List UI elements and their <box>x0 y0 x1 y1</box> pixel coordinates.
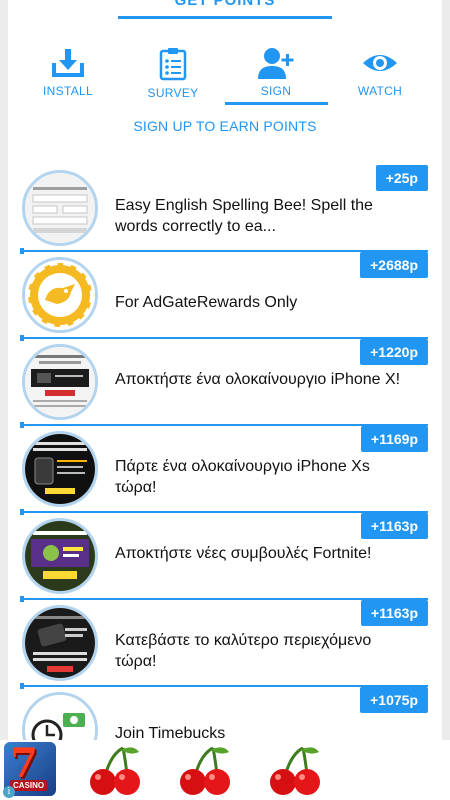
offer-title: Easy English Spelling Bee! Spell the wor… <box>115 197 373 235</box>
offer-item[interactable]: Αποκτήστε νέες συμβουλές Fortnite! +1163… <box>20 513 428 602</box>
points-badge: +1163p <box>360 513 428 539</box>
cherry-icon <box>90 746 140 795</box>
points-badge: +1163p <box>360 600 428 626</box>
category-tabs: INSTALL SURVEY SIGN WATCH <box>8 45 442 110</box>
cherry-icon <box>180 746 230 795</box>
info-icon[interactable]: i <box>3 786 15 798</box>
offer-thumbnail <box>22 605 98 681</box>
offer-item[interactable]: For AdGateRewards Only +2688p <box>20 252 428 341</box>
tab-watch-label: WATCH <box>357 84 403 98</box>
tab-survey[interactable]: SURVEY <box>123 45 223 107</box>
offer-title: Αποκτήστε νέες συμβουλές Fortnite! <box>115 545 372 562</box>
offer-thumbnail <box>22 431 98 507</box>
points-badge: +1169p <box>360 426 428 452</box>
offer-title: For AdGateRewards Only <box>115 294 298 311</box>
active-tab-indicator <box>225 102 328 105</box>
points-badge: +1220p <box>360 339 428 365</box>
offer-thumbnail <box>22 692 98 740</box>
get-points-underline <box>118 16 332 19</box>
offer-item[interactable]: Αποκτήστε ένα ολοκαίνουργιο iPhone X! +1… <box>20 339 428 428</box>
offer-thumbnail <box>22 344 98 420</box>
clipboard-icon <box>159 48 187 81</box>
eye-icon <box>363 55 397 71</box>
section-subtitle: SIGN UP TO EARN POINTS <box>133 118 317 134</box>
offer-thumbnail <box>22 257 98 333</box>
offer-item[interactable]: Πάρτε ένα ολοκαίνουργιο iPhone Xs τώρα! … <box>20 426 428 515</box>
offer-title: Join Timebucks <box>115 725 226 740</box>
download-icon <box>52 49 84 77</box>
tab-install-label: INSTALL <box>43 84 93 98</box>
offer-title: Αποκτήστε ένα ολοκαίνουργιο iPhone X! <box>115 371 401 388</box>
points-badge: +25p <box>375 165 428 191</box>
tab-sign[interactable]: SIGN <box>226 45 326 107</box>
cherry-icon <box>270 746 320 795</box>
offer-thumbnail <box>22 518 98 594</box>
offer-item[interactable]: Κατεβάστε το καλύτερο περιεχόμενο τώρα! … <box>20 600 428 689</box>
casino-label: CASINO <box>10 780 48 791</box>
offer-title: Κατεβάστε το καλύτερο περιεχόμενο τώρα! <box>115 632 372 670</box>
ad-banner[interactable]: 7 CASINO i <box>0 740 450 800</box>
offerwall-card: GET POINTS INSTALL SURVEY SIGN WATCH SIG… <box>8 0 442 740</box>
tab-survey-label: SURVEY <box>147 86 199 100</box>
offer-item[interactable]: Easy English Spelling Bee! Spell the wor… <box>20 165 428 254</box>
add-user-icon <box>258 48 294 79</box>
tab-watch[interactable]: WATCH <box>330 45 430 107</box>
tab-sign-label: SIGN <box>260 84 292 98</box>
offer-item[interactable]: Join Timebucks +1075p <box>20 687 428 740</box>
offer-thumbnail <box>22 170 98 246</box>
points-badge: +1075p <box>360 687 428 713</box>
tab-install[interactable]: INSTALL <box>18 45 118 107</box>
offer-title: Πάρτε ένα ολοκαίνουργιο iPhone Xs τώρα! <box>115 458 370 496</box>
points-badge: +2688p <box>360 252 428 278</box>
